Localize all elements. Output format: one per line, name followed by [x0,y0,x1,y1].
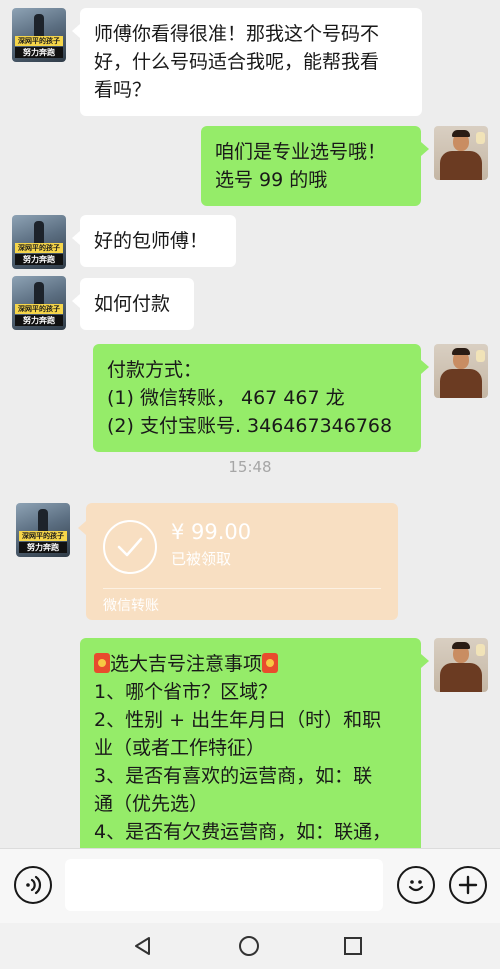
my-avatar[interactable] [434,638,488,692]
message-text: 咱们是专业选号哦！ [215,141,387,163]
avatar-detail [440,663,482,692]
input-bar [0,848,500,923]
message-text: 看吗？ [94,79,152,101]
contact-avatar[interactable]: 深网平的孩子 努力奔跑 [16,503,70,557]
voice-button[interactable] [14,866,52,904]
avatar-caption-bottom: 努力奔跑 [19,542,67,553]
avatar-caption-top: 深网平的孩子 [15,36,63,46]
message-bubble-sent[interactable]: 选大吉号注意事项 1、哪个省市？区域？ 2、性别 + 出生年月日（时）和职 业（… [80,638,429,848]
home-button[interactable] [236,933,262,959]
transfer-card[interactable]: ¥ 99.00 已被领取 微信转账 [78,503,398,620]
transfer-divider [103,588,381,589]
avatar-caption-bottom: 努力奔跑 [15,47,63,58]
message-bubble-received[interactable]: 好的包师傅！ [72,215,236,267]
red-envelope-icon [94,653,110,673]
checkmark-icon [117,537,143,557]
avatar-caption-top: 深网平的孩子 [15,304,63,314]
message-text: 好的包师傅！ [94,230,209,252]
plus-icon [458,875,478,895]
message-text: 4、是否有欠费运营商，如：联通， [94,821,392,843]
back-icon [135,937,150,955]
contact-avatar[interactable]: 深网平的孩子 努力奔跑 [12,8,66,62]
message-bubble-received[interactable]: 如何付款 [72,278,194,330]
message-bubble-sent[interactable]: 咱们是专业选号哦！ 选号 99 的哦 [201,126,429,206]
check-circle-icon [103,520,157,574]
message-text: 通（优先选） [94,793,209,815]
chat-area[interactable]: 深网平的孩子 努力奔跑 师傅你看得很准！那我这个号码不 好，什么号码适合我呢，能… [0,0,500,848]
avatar-detail [476,350,485,362]
avatar-detail [452,130,470,137]
transfer-status: 已被领取 [171,550,232,568]
avatar-caption-top: 深网平的孩子 [15,243,63,253]
transfer-amount: ¥ 99.00 [171,520,252,544]
message-title: 选大吉号注意事项 [110,653,263,675]
message-text: 选号 99 的哦 [215,169,328,191]
timestamp: 15:48 [228,458,272,476]
voice-icon [26,875,42,895]
message-text: (2) 支付宝账号. 346467346768 [107,415,393,437]
emoji-icon [408,880,424,892]
message-input[interactable] [65,859,383,911]
message-text: 1、哪个省市？区域？ [94,681,278,703]
message-text: (1) 微信转账， 467 467 龙 [107,387,345,409]
system-nav-bar [0,923,500,969]
recent-apps-icon [344,937,362,955]
message-bubble-sent[interactable]: 付款方式： (1) 微信转账， 467 467 龙 (2) 支付宝账号. 346… [93,344,429,452]
contact-avatar[interactable]: 深网平的孩子 努力奔跑 [12,215,66,269]
message-text: 师傅你看得很准！那我这个号码不 [94,23,380,45]
message-text: 3、是否有喜欢的运营商，如：联 [94,765,373,787]
avatar-caption-bottom: 努力奔跑 [15,315,63,326]
avatar-caption-top: 深网平的孩子 [19,531,67,541]
message-text: 付款方式： [107,359,203,381]
avatar-detail [476,644,485,656]
my-avatar[interactable] [434,126,488,180]
message-text: 2、性别 + 出生年月日（时）和职 [94,709,382,731]
recent-apps-button[interactable] [340,933,366,959]
avatar-detail [440,151,482,180]
message-bubble-received[interactable]: 师傅你看得很准！那我这个号码不 好，什么号码适合我呢，能帮我看 看吗？ [72,8,422,116]
red-envelope-icon [262,653,279,673]
back-button[interactable] [130,933,156,959]
emoji-button[interactable] [397,866,435,904]
message-text: 如何付款 [94,293,171,315]
message-text: 好，什么号码适合我呢，能帮我看 [94,51,380,73]
avatar-detail [476,132,485,144]
transfer-label: 微信转账 [103,598,159,614]
avatar-detail [440,369,482,398]
avatar-detail [452,348,470,355]
my-avatar[interactable] [434,344,488,398]
message-title-line: 选大吉号注意事项 [94,650,407,678]
avatar-caption-bottom: 努力奔跑 [15,254,63,265]
contact-avatar[interactable]: 深网平的孩子 努力奔跑 [12,276,66,330]
home-icon [239,936,259,956]
more-button[interactable] [449,866,487,904]
avatar-detail [452,642,470,649]
message-text: 业（或者工作特征） [94,737,266,759]
